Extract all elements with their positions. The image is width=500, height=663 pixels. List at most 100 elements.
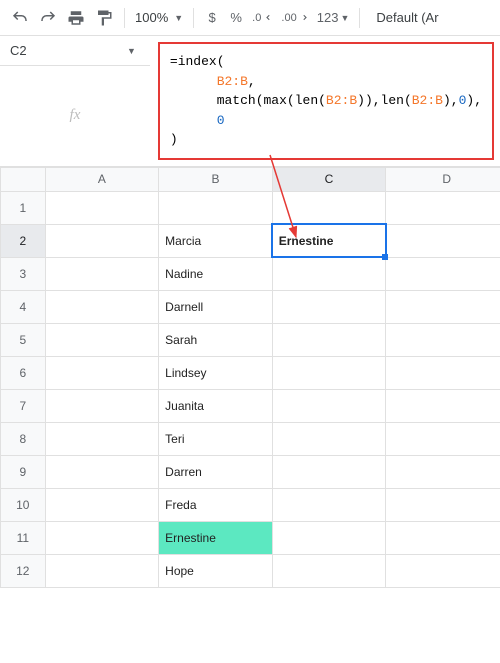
- cell-C6[interactable]: [272, 356, 386, 389]
- formula-bar[interactable]: =index( B2:B, match(max(len(B2:B)),len(B…: [158, 42, 494, 160]
- cell-A4[interactable]: [45, 290, 159, 323]
- cell-A6[interactable]: [45, 356, 159, 389]
- formula-text: =index(: [170, 54, 225, 69]
- cell-B11[interactable]: Ernestine: [159, 521, 273, 554]
- row-header[interactable]: 5: [1, 323, 46, 356]
- cell-C2[interactable]: Ernestine: [272, 224, 386, 257]
- increase-decimal-button[interactable]: .00: [277, 4, 312, 32]
- cell-value: [386, 192, 500, 224]
- row-header[interactable]: 10: [1, 488, 46, 521]
- row-header[interactable]: 4: [1, 290, 46, 323]
- cell-C5[interactable]: [272, 323, 386, 356]
- row-header[interactable]: 6: [1, 356, 46, 389]
- spreadsheet-grid[interactable]: A B C D 12MarciaErnestine3Nadine4Darnell…: [0, 167, 500, 588]
- cell-value: Darren: [159, 456, 272, 488]
- cell-D5[interactable]: [386, 323, 500, 356]
- cell-B9[interactable]: Darren: [159, 455, 273, 488]
- cell-D6[interactable]: [386, 356, 500, 389]
- cell-B7[interactable]: Juanita: [159, 389, 273, 422]
- cell-value: [46, 324, 159, 356]
- cell-value: Darnell: [159, 291, 272, 323]
- name-box[interactable]: C2 ▼: [0, 36, 150, 66]
- row-header[interactable]: 11: [1, 521, 46, 554]
- cell-B1[interactable]: [159, 191, 273, 224]
- undo-button[interactable]: [6, 4, 34, 32]
- print-button[interactable]: [62, 4, 90, 32]
- cell-C12[interactable]: [272, 554, 386, 587]
- col-header-B[interactable]: B: [159, 167, 273, 191]
- cell-D1[interactable]: [386, 191, 500, 224]
- col-header-A[interactable]: A: [45, 167, 159, 191]
- cell-A7[interactable]: [45, 389, 159, 422]
- cell-A2[interactable]: [45, 224, 159, 257]
- formula-text: ): [170, 132, 178, 147]
- cell-C7[interactable]: [272, 389, 386, 422]
- row-header[interactable]: 2: [1, 224, 46, 257]
- cell-D8[interactable]: [386, 422, 500, 455]
- cell-C11[interactable]: [272, 521, 386, 554]
- row-header[interactable]: 1: [1, 191, 46, 224]
- col-header-C[interactable]: C: [272, 167, 386, 191]
- cell-value: Ernestine: [159, 522, 272, 554]
- cell-A9[interactable]: [45, 455, 159, 488]
- more-formats-button[interactable]: 123 ▼: [313, 4, 354, 32]
- cell-C4[interactable]: [272, 290, 386, 323]
- row-header[interactable]: 7: [1, 389, 46, 422]
- cell-A11[interactable]: [45, 521, 159, 554]
- cell-D4[interactable]: [386, 290, 500, 323]
- cell-value: [46, 423, 159, 455]
- formula-ref: B2:B: [326, 93, 357, 108]
- redo-button[interactable]: [34, 4, 62, 32]
- cell-D11[interactable]: [386, 521, 500, 554]
- cell-A8[interactable]: [45, 422, 159, 455]
- select-all-corner[interactable]: [1, 167, 46, 191]
- zoom-dropdown[interactable]: 100% ▼: [131, 10, 187, 25]
- cell-D2[interactable]: [386, 224, 500, 257]
- cell-B2[interactable]: Marcia: [159, 224, 273, 257]
- font-family-dropdown[interactable]: Default (Ar: [376, 10, 438, 25]
- cell-C1[interactable]: [272, 191, 386, 224]
- formula-num: 0: [217, 113, 225, 128]
- cell-D9[interactable]: [386, 455, 500, 488]
- cell-value: [386, 489, 500, 521]
- cell-value: [386, 555, 500, 587]
- cell-value: Juanita: [159, 390, 272, 422]
- formula-ref: B2:B: [412, 93, 443, 108]
- cell-C8[interactable]: [272, 422, 386, 455]
- row-header[interactable]: 8: [1, 422, 46, 455]
- format-percent-button[interactable]: %: [224, 4, 248, 32]
- cell-A5[interactable]: [45, 323, 159, 356]
- cell-value: Ernestine: [273, 225, 386, 257]
- cell-C9[interactable]: [272, 455, 386, 488]
- cell-C10[interactable]: [272, 488, 386, 521]
- cell-value: [273, 456, 386, 488]
- cell-B8[interactable]: Teri: [159, 422, 273, 455]
- cell-D12[interactable]: [386, 554, 500, 587]
- cell-C3[interactable]: [272, 257, 386, 290]
- cell-B10[interactable]: Freda: [159, 488, 273, 521]
- format-currency-button[interactable]: $: [200, 4, 224, 32]
- cell-value: Lindsey: [159, 357, 272, 389]
- format-123-label: 123: [317, 10, 339, 25]
- paint-format-button[interactable]: [90, 4, 118, 32]
- cell-B6[interactable]: Lindsey: [159, 356, 273, 389]
- cell-value: [46, 522, 159, 554]
- cell-A3[interactable]: [45, 257, 159, 290]
- cell-A1[interactable]: [45, 191, 159, 224]
- decrease-decimal-button[interactable]: .0: [248, 4, 277, 32]
- row-header[interactable]: 3: [1, 257, 46, 290]
- cell-D10[interactable]: [386, 488, 500, 521]
- row-header[interactable]: 9: [1, 455, 46, 488]
- separator: [193, 8, 194, 28]
- cell-A12[interactable]: [45, 554, 159, 587]
- cell-B5[interactable]: Sarah: [159, 323, 273, 356]
- chevron-down-icon: ▼: [174, 13, 183, 23]
- cell-B3[interactable]: Nadine: [159, 257, 273, 290]
- row-header[interactable]: 12: [1, 554, 46, 587]
- col-header-D[interactable]: D: [386, 167, 500, 191]
- cell-A10[interactable]: [45, 488, 159, 521]
- cell-D3[interactable]: [386, 257, 500, 290]
- cell-D7[interactable]: [386, 389, 500, 422]
- cell-B4[interactable]: Darnell: [159, 290, 273, 323]
- cell-B12[interactable]: Hope: [159, 554, 273, 587]
